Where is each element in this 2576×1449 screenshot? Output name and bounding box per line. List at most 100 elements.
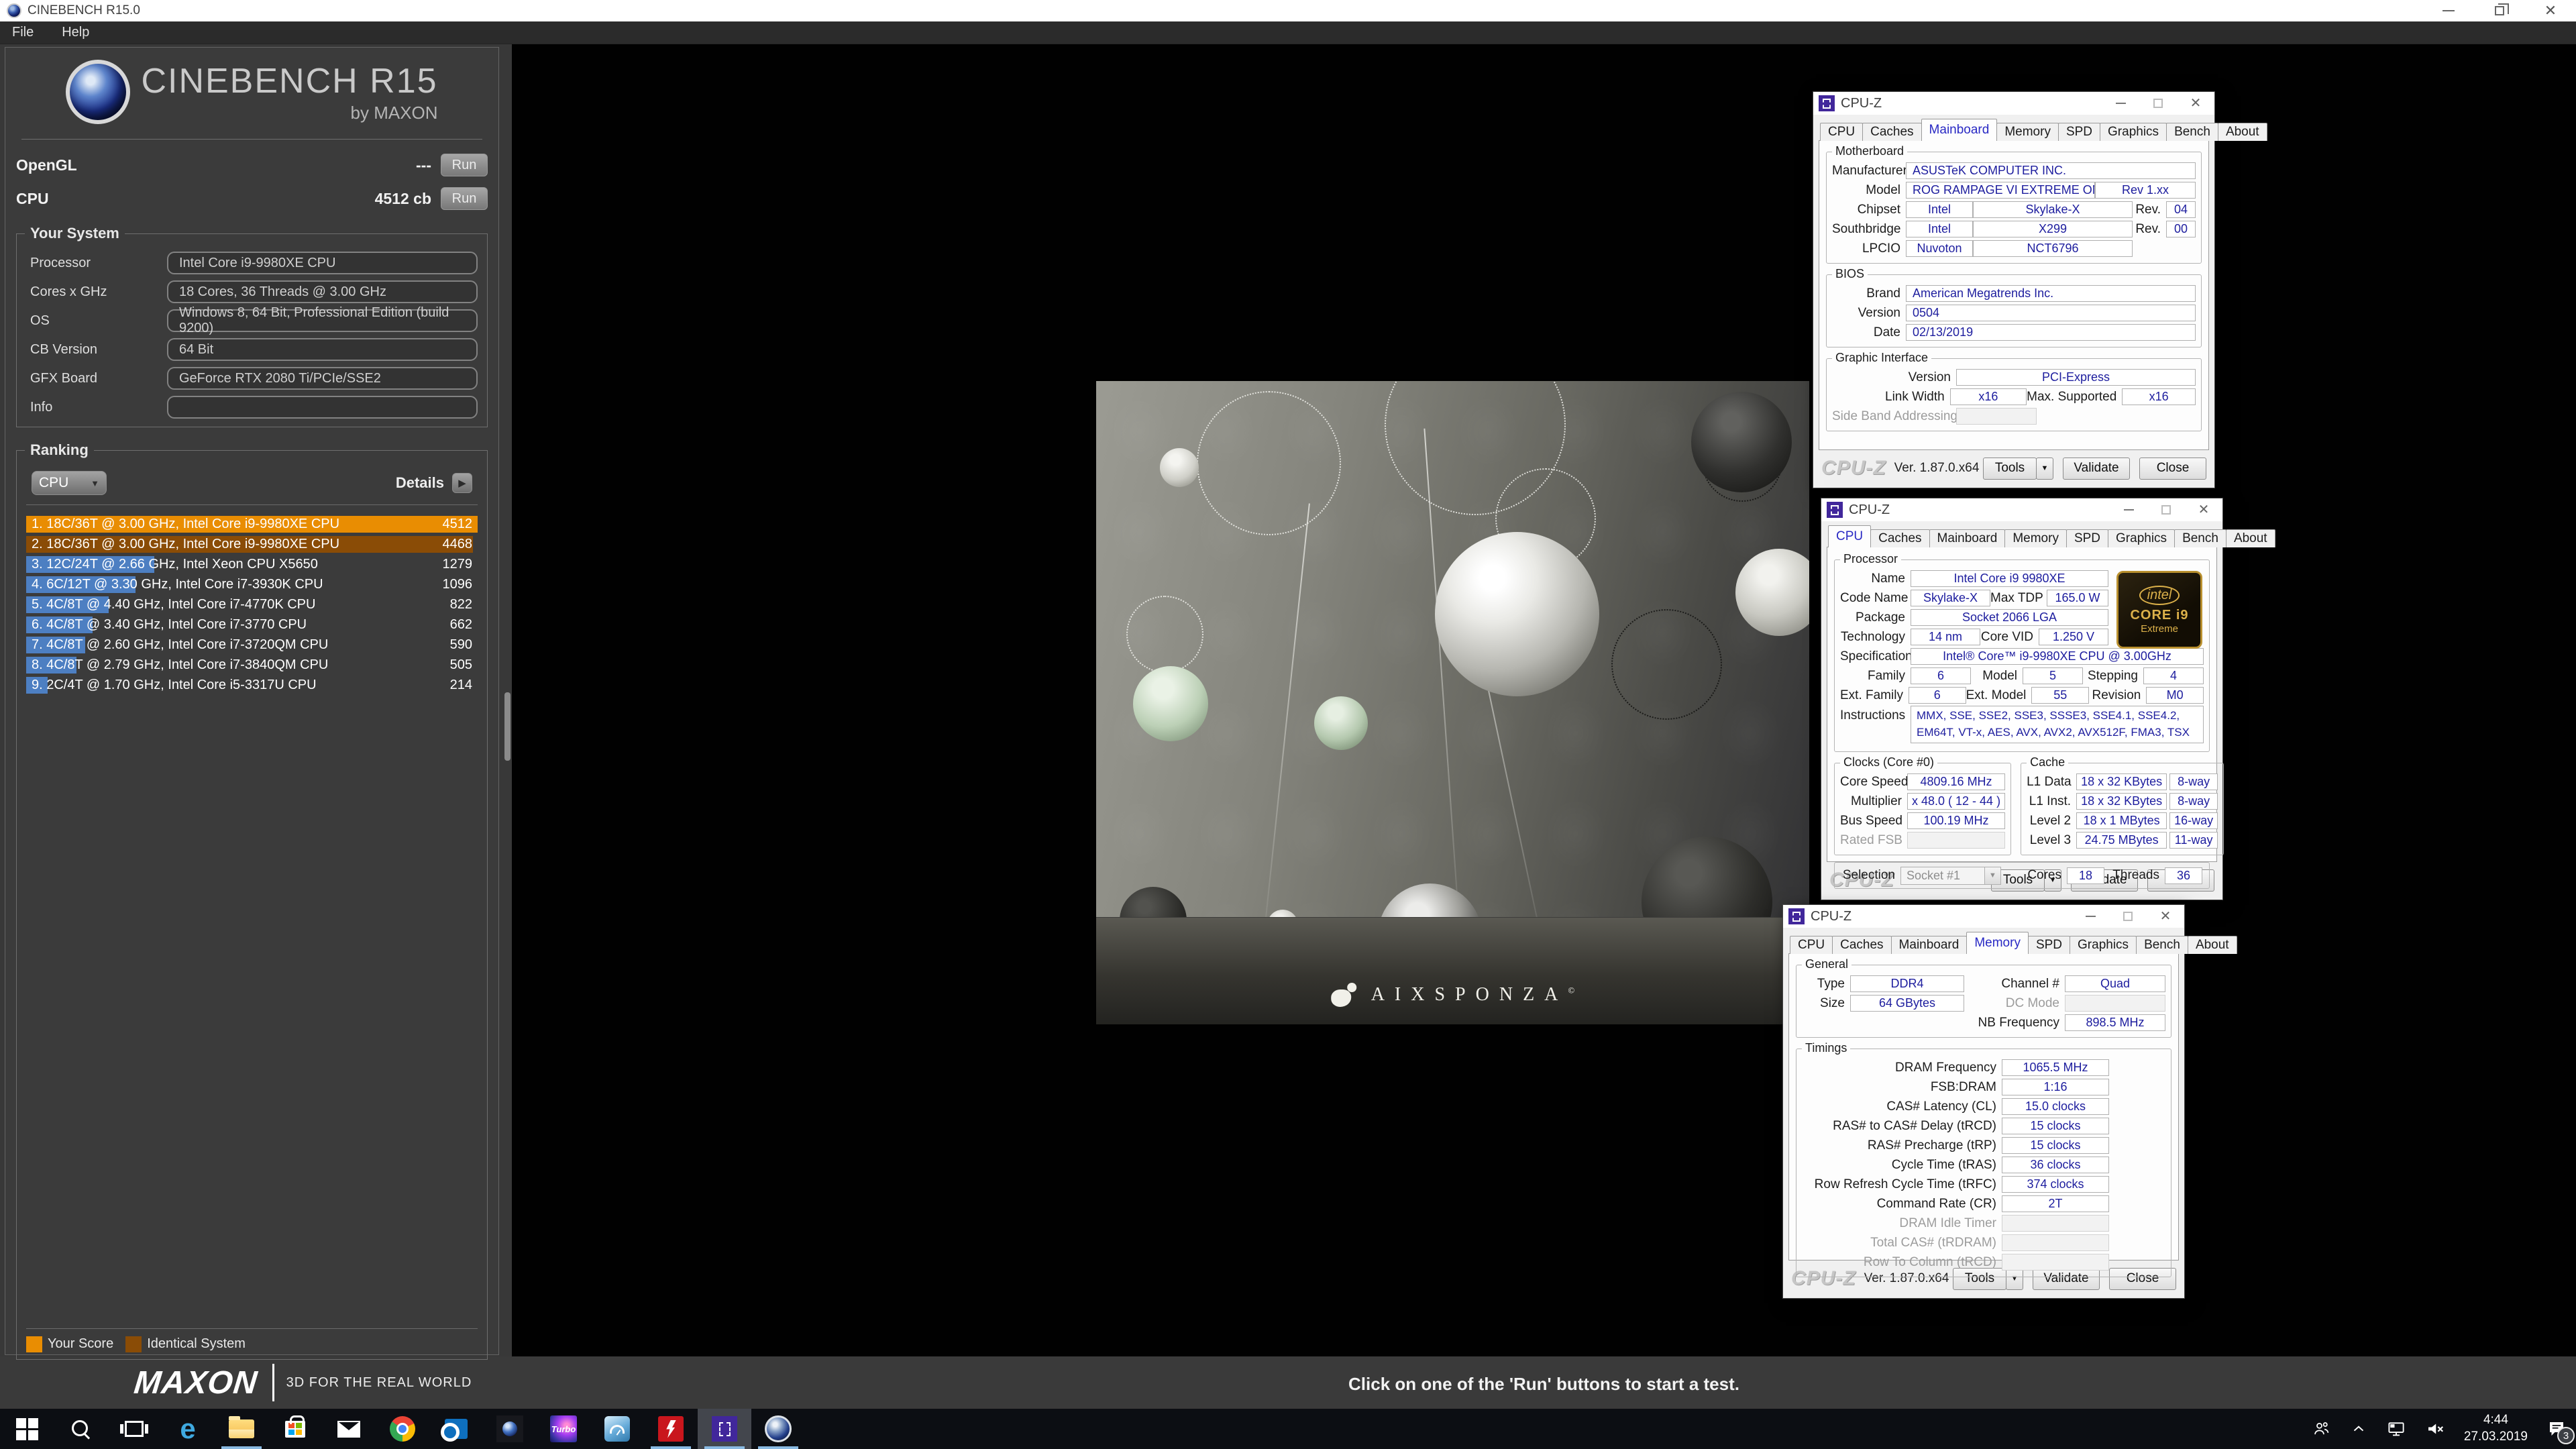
tab-memory[interactable]: Memory (1996, 123, 2059, 141)
minimize-button[interactable] (2072, 905, 2109, 928)
tab-mainboard[interactable]: Mainboard (1921, 119, 1998, 141)
tools-dropdown-button[interactable]: ▼ (2036, 458, 2053, 480)
taskbar: e Turbo (0, 1409, 2576, 1449)
tab-caches[interactable]: Caches (1862, 123, 1921, 141)
windows-logo-icon (16, 1418, 38, 1440)
tab-mainboard[interactable]: Mainboard (1929, 529, 2006, 547)
tab-spd[interactable]: SPD (2066, 529, 2108, 547)
tab-about[interactable]: About (2226, 529, 2275, 547)
tras-field: 36 clocks (2002, 1157, 2109, 1173)
task-view-button[interactable] (107, 1409, 161, 1449)
command-rate-field: 2T (2002, 1195, 2109, 1212)
tab-bench[interactable]: Bench (2166, 123, 2218, 141)
dram-idle-timer-field (2002, 1215, 2109, 1232)
close-button[interactable]: ✕ (2147, 905, 2184, 928)
tab-about[interactable]: About (2218, 123, 2267, 141)
duck-logo-icon (1331, 983, 1358, 1007)
close-button[interactable]: ✕ (2185, 498, 2222, 521)
bios-brand-field: American Megatrends Inc. (1906, 285, 2196, 302)
maximize-button[interactable] (2109, 905, 2147, 928)
tab-graphics[interactable]: Graphics (2070, 936, 2137, 954)
system-row: Cores x GHz 18 Cores, 36 Threads @ 3.00 … (26, 280, 478, 303)
model-field: ROG RAMPAGE VI EXTREME OMEGA (1906, 182, 2095, 199)
opengl-run-button[interactable]: Run (441, 154, 488, 176)
tab-graphics[interactable]: Graphics (2108, 529, 2175, 547)
ranking-row[interactable]: 7. 4C/8T @ 2.60 GHz, Intel Core i7-3720Q… (26, 637, 478, 653)
taskbar-hwinfo[interactable] (644, 1409, 698, 1449)
tab-spd[interactable]: SPD (2058, 123, 2100, 141)
tab-mainboard[interactable]: Mainboard (1891, 936, 1968, 954)
ranking-row[interactable]: 3. 12C/24T @ 2.66 GHz, Intel Xeon CPU X5… (26, 556, 478, 573)
close-button[interactable]: ✕ (2525, 0, 2576, 21)
taskbar-edge[interactable]: e (161, 1409, 215, 1449)
tab-cpu[interactable]: CPU (1790, 936, 1833, 954)
validate-button[interactable]: Validate (2063, 458, 2130, 480)
ranking-row[interactable]: 1. 18C/36T @ 3.00 GHz, Intel Core i9-998… (26, 516, 478, 533)
taskbar-ai-suite[interactable] (590, 1409, 644, 1449)
people-icon[interactable] (2312, 1419, 2331, 1438)
ranking-row[interactable]: 9. 2C/4T @ 1.70 GHz, Intel Core i5-3317U… (26, 677, 478, 694)
taskbar-chrome[interactable] (376, 1409, 429, 1449)
tab-about[interactable]: About (2188, 936, 2237, 954)
close-icon: ✕ (2160, 910, 2171, 923)
menu-help[interactable]: Help (62, 25, 89, 40)
network-icon[interactable] (2386, 1419, 2406, 1439)
start-button[interactable] (0, 1409, 54, 1449)
ranking-row[interactable]: 4. 6C/12T @ 3.30 GHz, Intel Core i7-3930… (26, 576, 478, 593)
taskbar-outlook[interactable] (429, 1409, 483, 1449)
taskbar-mail[interactable] (322, 1409, 376, 1449)
close-window-button[interactable]: Close (2139, 458, 2206, 480)
rated-fsb-field (1907, 832, 2005, 849)
search-icon (70, 1419, 91, 1439)
tab-bench[interactable]: Bench (2174, 529, 2226, 547)
tab-spd[interactable]: SPD (2028, 936, 2070, 954)
cpuz-mainboard-window: CPU-Z ✕ CPU Caches Mainboard Memory SPD … (1813, 91, 2215, 488)
ranking-filter-dropdown[interactable]: CPU ▼ (32, 471, 107, 495)
menu-file[interactable]: File (12, 25, 34, 40)
ranking-row[interactable]: 2. 18C/36T @ 3.00 GHz, Intel Core i9-998… (26, 536, 478, 553)
tab-caches[interactable]: Caches (1870, 529, 1929, 547)
ranking-row[interactable]: 5. 4C/8T @ 4.40 GHz, Intel Core i7-4770K… (26, 596, 478, 613)
taskbar-search-button[interactable] (54, 1409, 107, 1449)
ranking-row[interactable]: 6. 4C/8T @ 3.40 GHz, Intel Core i7-3770 … (26, 616, 478, 633)
taskbar-turbov[interactable]: Turbo (537, 1409, 590, 1449)
taskbar-cinebench[interactable] (751, 1409, 805, 1449)
ranking-scrollbar[interactable] (504, 692, 511, 761)
tab-caches[interactable]: Caches (1832, 936, 1891, 954)
details-button[interactable]: ▶ (452, 473, 472, 493)
graphic-interface-group: Graphic Interface Version PCI-Express Li… (1826, 358, 2202, 431)
taskbar-store[interactable] (268, 1409, 322, 1449)
stepping-field: 4 (2143, 667, 2204, 684)
family-field: 6 (1911, 667, 1971, 684)
minimize-button[interactable] (2102, 92, 2139, 115)
minimize-button[interactable] (2423, 0, 2474, 21)
maximize-button[interactable] (2139, 92, 2177, 115)
maximize-button[interactable] (2147, 498, 2185, 521)
motherboard-group: Motherboard Manufacturer ASUSTeK COMPUTE… (1826, 152, 2202, 264)
taskbar-cpuz[interactable] (698, 1409, 751, 1449)
minimize-button[interactable] (2110, 498, 2147, 521)
total-cas-field (2002, 1234, 2109, 1251)
close-button[interactable]: ✕ (2177, 92, 2214, 115)
socket-selection-dropdown[interactable]: Socket #1 ▼ (1900, 867, 2001, 885)
volume-muted-icon[interactable] (2425, 1419, 2445, 1439)
edge-icon: e (180, 1415, 195, 1443)
cache-group: Cache L1 Data 18 x 32 KBytes 8-way L1 In… (2021, 763, 2224, 855)
tab-memory[interactable]: Memory (1966, 932, 2029, 954)
tab-memory[interactable]: Memory (2004, 529, 2067, 547)
taskbar-file-explorer[interactable] (215, 1409, 268, 1449)
restore-button[interactable] (2474, 0, 2525, 21)
taskbar-clock[interactable]: 4:44 27.03.2019 (2464, 1412, 2528, 1445)
tab-graphics[interactable]: Graphics (2100, 123, 2167, 141)
cpu-test-row: CPU 4512 cb Run (5, 186, 498, 211)
tab-bench[interactable]: Bench (2136, 936, 2188, 954)
tab-cpu[interactable]: CPU (1820, 123, 1863, 141)
hidden-icons-chevron[interactable] (2350, 1420, 2367, 1438)
tab-cpu[interactable]: CPU (1828, 525, 1871, 547)
cpu-run-button[interactable]: Run (441, 187, 488, 210)
taskbar-cinema4d[interactable] (483, 1409, 537, 1449)
tools-button[interactable]: Tools (1983, 458, 2037, 480)
action-center-button[interactable]: 3 (2546, 1419, 2567, 1439)
chevron-down-icon: ▼ (91, 478, 99, 488)
ranking-row[interactable]: 8. 4C/8T @ 2.79 GHz, Intel Core i7-3840Q… (26, 657, 478, 674)
